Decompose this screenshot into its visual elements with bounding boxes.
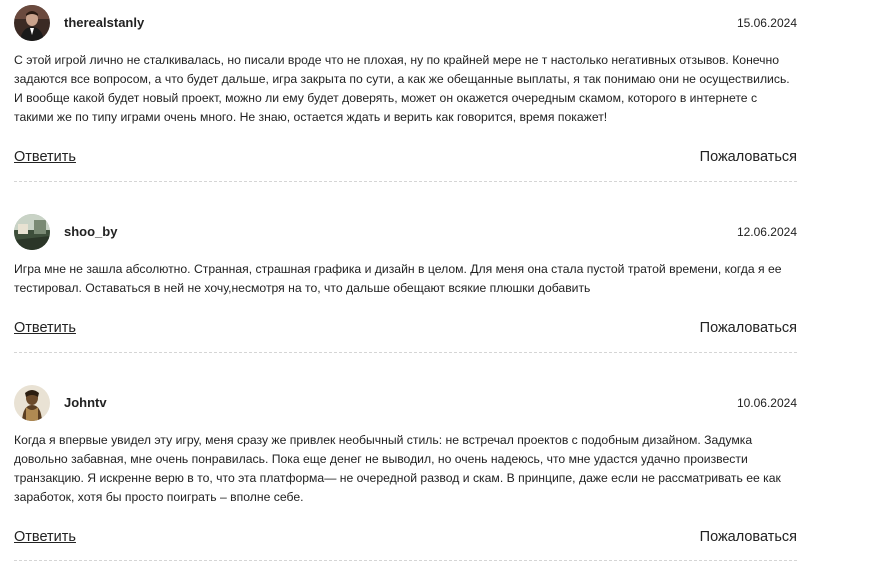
comment-actions: Ответить Пожаловаться — [14, 149, 797, 169]
reply-link[interactable]: Ответить — [14, 149, 76, 165]
reply-link[interactable]: Ответить — [14, 320, 76, 336]
comment-date: 10.06.2024 — [736, 396, 797, 410]
comment-author: therealstanly — [64, 15, 145, 30]
comment-header: shoo_by 12.06.2024 — [14, 214, 797, 250]
comment-item: shoo_by 12.06.2024 Игра мне не зашла абс… — [14, 214, 797, 353]
comment-date: 12.06.2024 — [736, 225, 797, 239]
comment-actions: Ответить Пожаловаться — [14, 529, 797, 549]
reply-link[interactable]: Ответить — [14, 529, 76, 545]
comment-author: Johntv — [64, 395, 107, 410]
comment-item: Johntv 10.06.2024 Когда я впервые увидел… — [14, 385, 797, 561]
user-avatar-icon[interactable] — [14, 214, 50, 250]
comment-divider — [14, 181, 797, 182]
user-avatar-icon[interactable] — [14, 385, 50, 421]
report-button[interactable]: Пожаловаться — [700, 320, 797, 336]
user-avatar-icon[interactable] — [14, 5, 50, 41]
comment-date: 15.06.2024 — [736, 16, 797, 30]
comment-item: therealstanly 15.06.2024 С этой игрой ли… — [14, 5, 797, 182]
comment-divider — [14, 352, 797, 353]
comment-header: Johntv 10.06.2024 — [14, 385, 797, 421]
comment-text: С этой игрой лично не сталкивалась, но п… — [14, 53, 790, 124]
comment-header: therealstanly 15.06.2024 — [14, 5, 797, 41]
comment-divider — [14, 560, 797, 561]
comment-actions: Ответить Пожаловаться — [14, 320, 797, 340]
report-button[interactable]: Пожаловаться — [700, 529, 797, 545]
comment-text: Игра мне не зашла абсолютно. Странная, с… — [14, 262, 782, 295]
report-button[interactable]: Пожаловаться — [700, 149, 797, 165]
comment-text: Когда я впервые увидел эту игру, меня ср… — [14, 433, 781, 504]
comment-author: shoo_by — [64, 224, 118, 239]
